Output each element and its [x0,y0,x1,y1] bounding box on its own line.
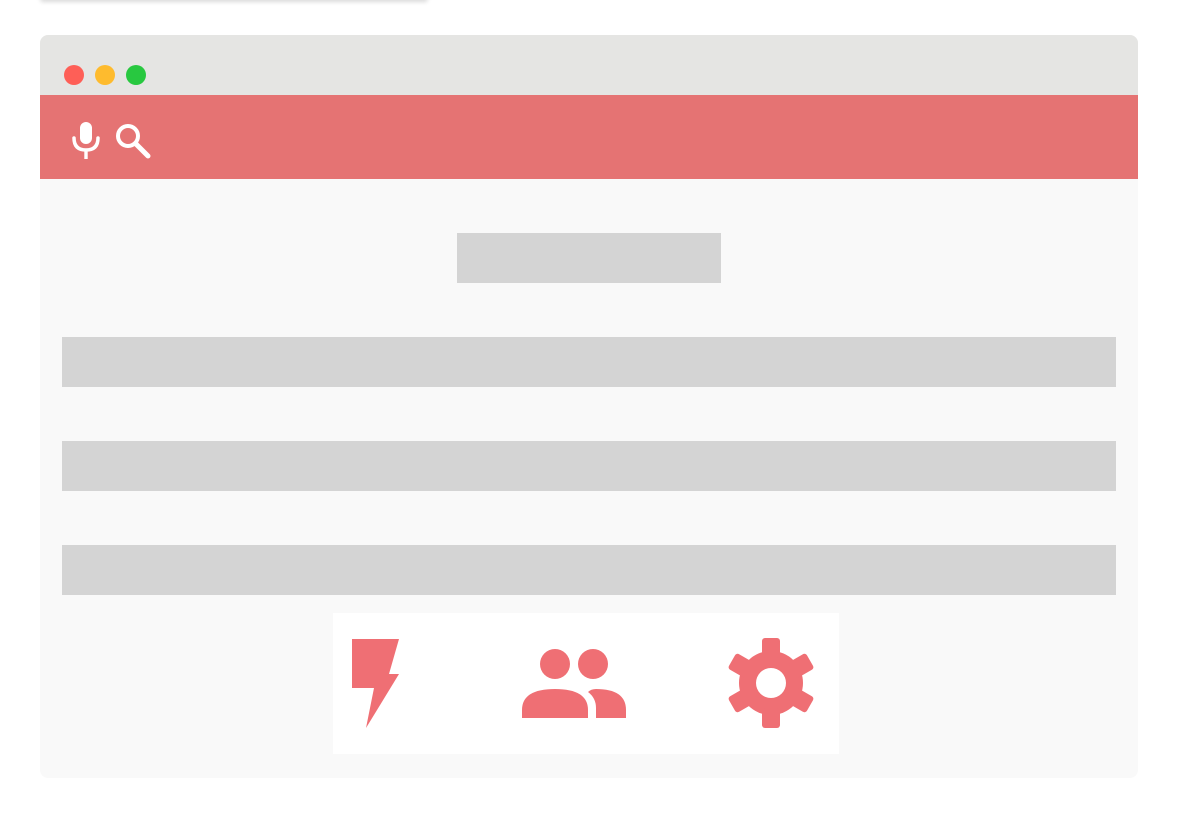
search-button[interactable] [113,121,153,161]
title-placeholder [457,233,721,283]
action-bar [333,613,839,754]
voice-search-button[interactable] [66,121,106,161]
settings-button[interactable] [721,635,821,731]
browser-window [40,35,1138,778]
window-titlebar [40,35,1138,95]
list-item-placeholder[interactable] [62,441,1116,491]
users-button[interactable] [519,643,629,723]
search-icon [116,124,151,159]
list-item-placeholder[interactable] [62,337,1116,387]
window-close-button[interactable] [64,65,84,85]
page-content [40,179,1138,778]
window-minimize-button[interactable] [95,65,115,85]
settings-icon [728,638,814,728]
users-icon [522,649,626,718]
mic-icon [72,122,100,159]
flash-icon [352,639,399,728]
window-maximize-button[interactable] [126,65,146,85]
list-item-placeholder[interactable] [62,545,1116,595]
app-toolbar [40,95,1138,179]
flash-button[interactable] [347,635,407,731]
